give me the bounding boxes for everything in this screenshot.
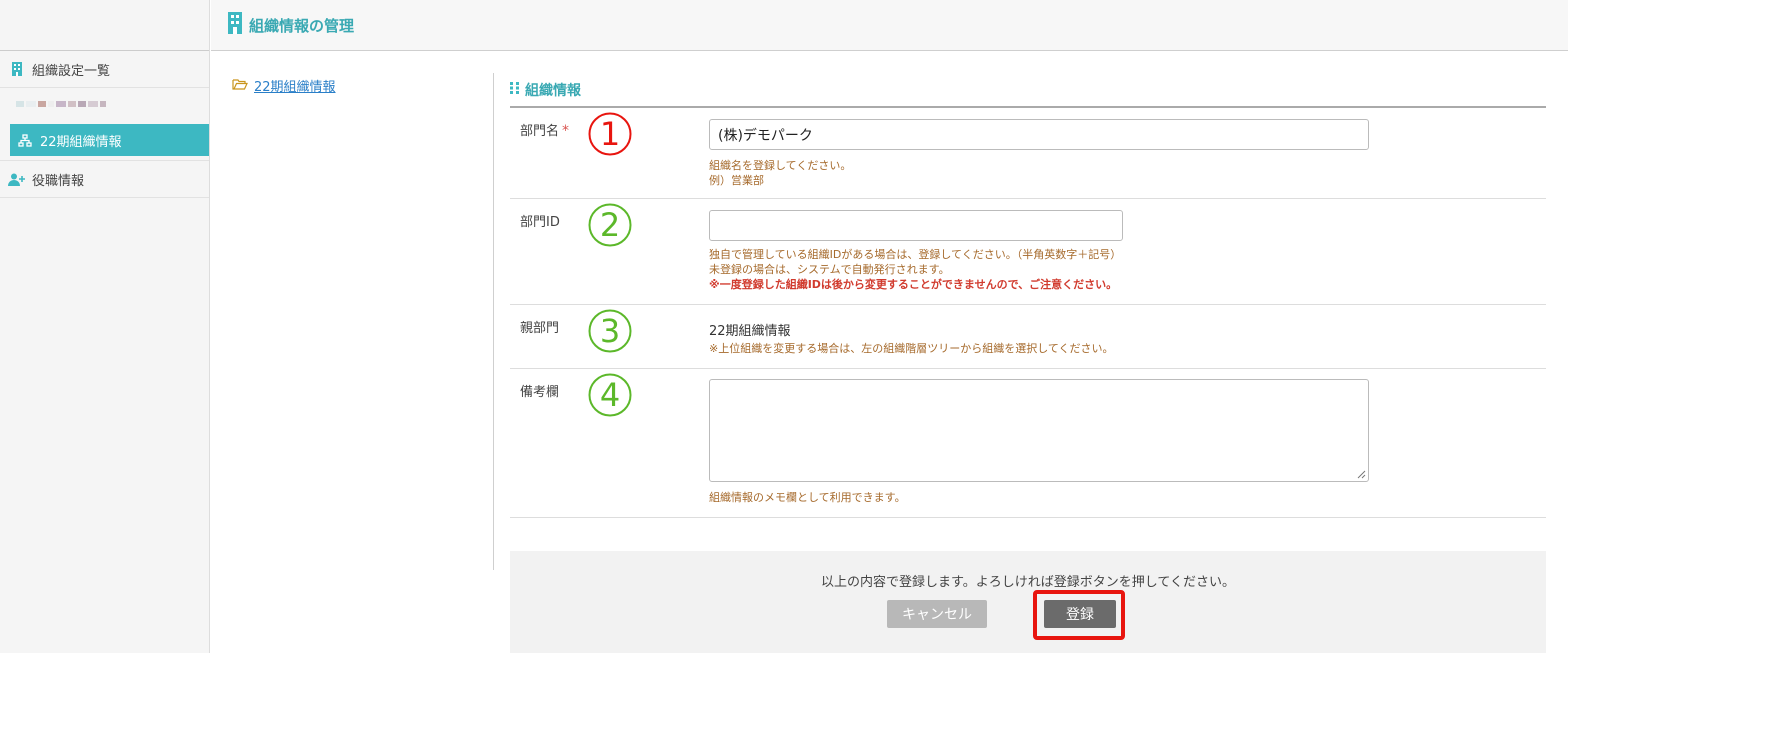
section-header: 組織情報 (510, 73, 1546, 108)
page-title: 組織情報の管理 (249, 16, 355, 35)
org-tree: 22期組織情報 (232, 76, 336, 95)
grid-dots-icon (510, 81, 520, 98)
register-button[interactable]: 登録 (1044, 600, 1116, 628)
sidebar-item-label: 22期組織情報 (40, 134, 122, 150)
confirm-message: 以上の内容で登録します。よろしければ登録ボタンを押してください。 (821, 575, 1235, 590)
section-title: 組織情報 (525, 82, 581, 99)
required-mark: * (562, 123, 570, 139)
dept-id-warning: ※一度登録した組織IDは後から変更することができませんので、ご注意ください。 (709, 278, 1118, 291)
sidebar-item-org-settings[interactable]: 組織設定一覧 (0, 51, 209, 88)
svg-text:1: 1 (600, 115, 620, 153)
building-icon (8, 62, 26, 76)
sidebar-item-22-org-info[interactable]: 22期組織情報 (10, 124, 209, 156)
cancel-button[interactable]: キャンセル (887, 600, 987, 628)
dept-id-help-2: 未登録の場合は、システムで自動発行されます。 (709, 263, 950, 276)
row-parent-dept: 親部門 3 22期組織情報 ※上位組織を変更する場合は、左の組織階層ツリーから組… (510, 305, 1546, 369)
dept-id-input[interactable] (709, 210, 1123, 241)
dept-id-help-1: 独自で管理している組織IDがある場合は、登録してください。（半角英数字＋記号） (709, 248, 1122, 261)
svg-text:3: 3 (600, 312, 620, 350)
sidebar-item-label: 組織設定一覧 (32, 63, 111, 79)
org-tree-icon (16, 133, 34, 147)
user-plus-icon (8, 173, 26, 186)
dept-name-help: 組織名を登録してください。 (709, 159, 852, 172)
notes-textarea[interactable] (709, 379, 1369, 482)
dept-name-example: 例）営業部 (709, 174, 764, 187)
divider (493, 73, 494, 570)
parent-dept-help: ※上位組織を変更する場合は、左の組織階層ツリーから組織を選択してください。 (709, 342, 1114, 355)
sidebar-item-label: 役職情報 (32, 173, 85, 189)
org-info-form: 組織情報 部門名 * 1 (株)デモパーク 組織名を登録してください。 例）営業部… (510, 73, 1546, 518)
annotation-number-4: 4 (588, 373, 632, 417)
tree-node-22-org-info[interactable]: 22期組織情報 (254, 76, 336, 95)
sidebar-top-spacer (0, 0, 209, 51)
dept-name-input[interactable]: (株)デモパーク (709, 119, 1369, 150)
annotation-number-3: 3 (588, 309, 632, 353)
blurred-company-name (0, 88, 209, 120)
notes-label: 備考欄 (520, 385, 560, 400)
dept-id-label: 部門ID (520, 215, 560, 230)
annotation-number-1: 1 (588, 112, 632, 156)
svg-text:4: 4 (600, 376, 620, 414)
resize-handle-icon[interactable] (1357, 470, 1366, 479)
parent-dept-label: 親部門 (520, 321, 560, 336)
annotation-number-2: 2 (588, 203, 632, 247)
parent-dept-value: 22期組織情報 (709, 324, 791, 339)
sidebar-item-position-info[interactable]: 役職情報 (0, 161, 209, 198)
row-dept-name: 部門名 * 1 (株)デモパーク 組織名を登録してください。 例）営業部 (510, 108, 1546, 199)
notes-help: 組織情報のメモ欄として利用できます。 (709, 491, 906, 504)
dept-name-label: 部門名 (520, 124, 560, 139)
page-header: 組織情報の管理 (211, 0, 1568, 51)
folder-open-icon (232, 78, 248, 94)
building-icon (227, 12, 243, 38)
row-dept-id: 部門ID 2 独自で管理している組織IDがある場合は、登録してください。（半角英… (510, 199, 1546, 305)
sidebar: 組織設定一覧 22期組織情報 役職情報 (0, 0, 210, 653)
svg-text:2: 2 (600, 206, 620, 244)
form-footer: 以上の内容で登録します。よろしければ登録ボタンを押してください。 キャンセル 登… (510, 551, 1546, 653)
row-notes: 備考欄 4 組織情報のメモ欄として利用できます。 (510, 369, 1546, 518)
